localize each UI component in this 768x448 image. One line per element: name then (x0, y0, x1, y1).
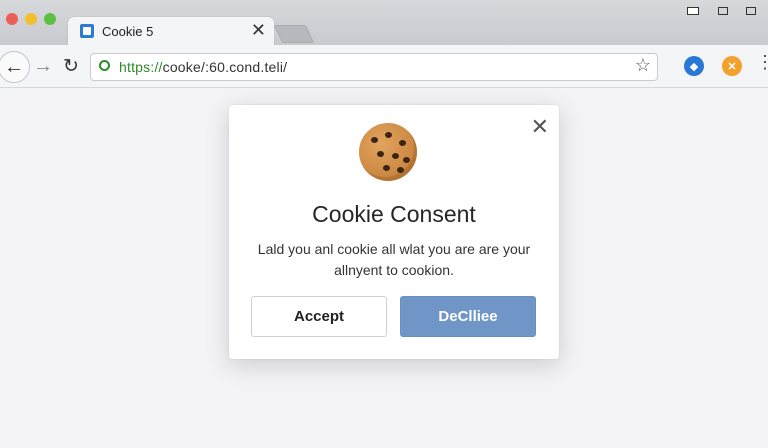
close-window-dot-icon[interactable] (6, 13, 18, 25)
star-icon[interactable]: ☆ (635, 55, 651, 76)
page-favicon-icon (80, 24, 94, 38)
arrow-left-icon: ← (4, 55, 24, 78)
cookie-icon (359, 123, 417, 181)
dialog-message: Lald you anl cookie all wlat you are are… (251, 239, 537, 281)
dialog-message-line-2: allnyent to cookion. (334, 262, 454, 278)
browser-titlebar: Cookie 5 ✕ (0, 0, 768, 45)
window-maximize-button[interactable] (712, 4, 734, 18)
extension-blue-icon[interactable]: ◆ (684, 56, 704, 76)
window-close-button[interactable] (740, 4, 762, 18)
new-tab-button[interactable] (273, 25, 315, 43)
cookie-consent-dialog: ✕ Cookie Consent Lald you anl cookie all… (229, 105, 559, 359)
extension-orange-icon[interactable]: ✕ (722, 56, 742, 76)
address-bar[interactable]: https://cooke/:60.cond.teli/ ☆ (90, 53, 658, 81)
tab-close-icon[interactable]: ✕ (251, 20, 266, 41)
reload-icon: ↻ (63, 55, 79, 77)
minimize-icon (687, 7, 699, 15)
window-close-icon (746, 7, 756, 15)
browser-tab[interactable]: Cookie 5 ✕ (68, 17, 274, 45)
dialog-message-line-1: Lald you anl cookie all wlat you are are… (257, 241, 531, 257)
minimize-window-dot-icon[interactable] (25, 13, 37, 25)
arrow-right-icon: → (33, 54, 53, 77)
tab-title: Cookie 5 (102, 24, 154, 39)
browser-toolbar: ← → ↻ https://cooke/:60.cond.teli/ ☆ ◆ ✕… (0, 45, 768, 88)
url-text[interactable]: https://cooke/:60.cond.teli/ (119, 59, 287, 75)
window-minimize-button[interactable] (682, 4, 704, 18)
zoom-window-dot-icon[interactable] (44, 13, 56, 25)
kebab-menu-icon[interactable]: ⋮ (756, 52, 768, 73)
secure-icon (99, 60, 110, 71)
dialog-title: Cookie Consent (312, 201, 476, 227)
back-button[interactable]: ← (0, 51, 30, 83)
accept-button[interactable]: Accept (251, 296, 387, 337)
url-path: cooke/:60.cond.teli/ (162, 59, 288, 75)
decline-button[interactable]: DeClliee (400, 296, 536, 337)
forward-button[interactable]: → (30, 53, 56, 79)
maximize-icon (718, 7, 728, 15)
url-scheme: https:// (119, 59, 163, 75)
reload-button[interactable]: ↻ (58, 53, 84, 79)
close-icon[interactable]: ✕ (531, 116, 549, 138)
